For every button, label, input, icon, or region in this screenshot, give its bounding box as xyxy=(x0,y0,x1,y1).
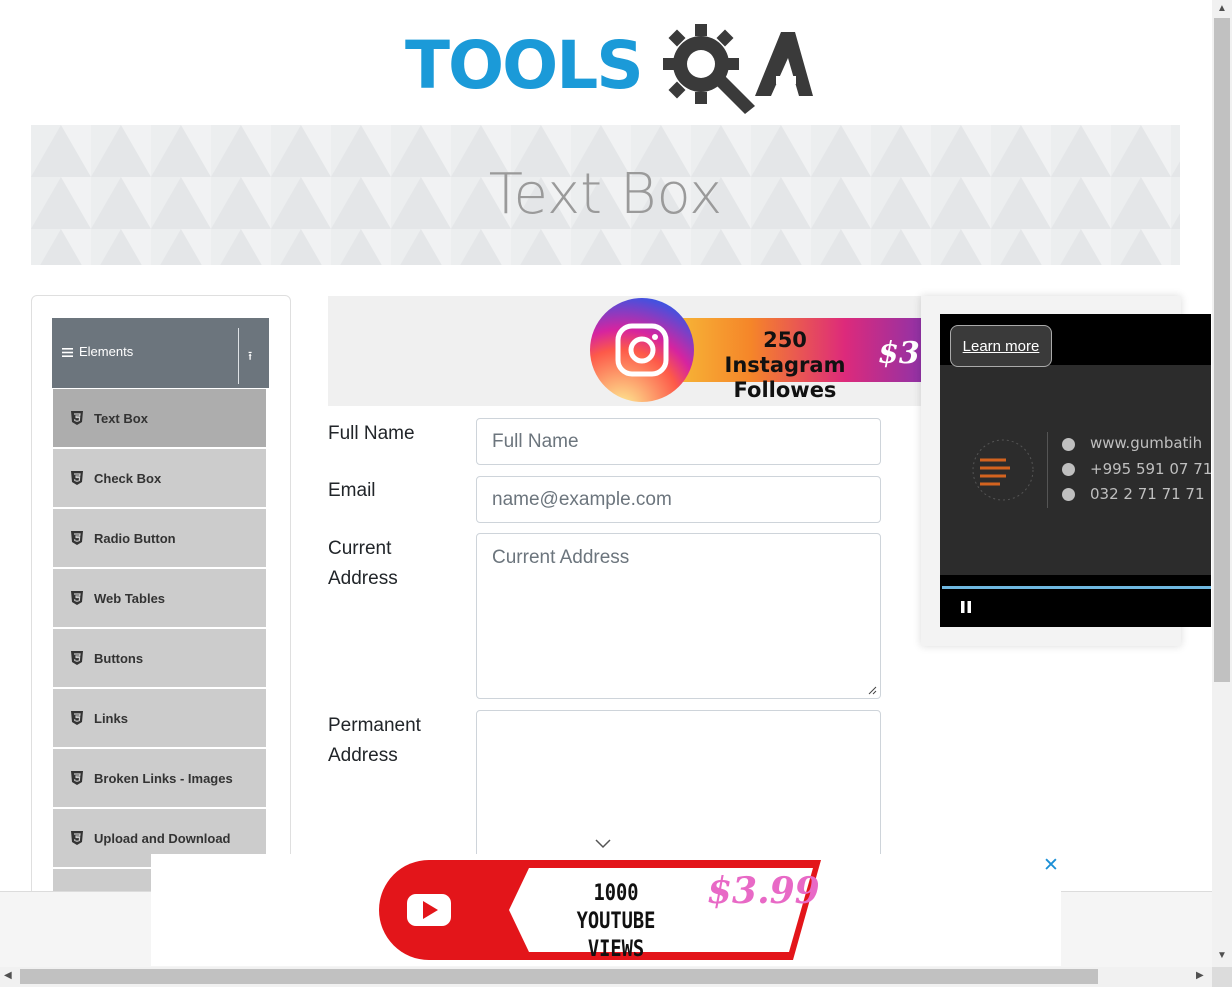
close-ad-icon[interactable]: ✕ xyxy=(1043,854,1059,877)
sidebar: Elements ⭱ Text Box Check Box Radio Butt… xyxy=(31,295,291,929)
learn-more-button[interactable]: Learn more xyxy=(950,325,1052,367)
horizontal-scrollbar[interactable]: ◀ ▶ xyxy=(0,967,1212,987)
sidebar-item-radio-button[interactable]: Radio Button xyxy=(53,509,266,569)
html5-icon xyxy=(71,591,83,605)
scrollbar-corner xyxy=(1212,967,1232,987)
collapse-up-icon[interactable]: ⭱ xyxy=(248,347,252,368)
current-address-textarea[interactable]: Current Address xyxy=(476,533,881,699)
group-label: Elements xyxy=(79,344,134,359)
html5-icon xyxy=(71,771,83,785)
permanent-address-textarea[interactable] xyxy=(476,710,881,860)
header-divider xyxy=(238,328,239,384)
gumbati-logo-icon xyxy=(972,439,1034,501)
sidebar-item-broken-links[interactable]: Broken Links - Images xyxy=(53,749,266,809)
chevron-down-icon[interactable] xyxy=(595,839,611,849)
sidebar-item-web-tables[interactable]: Web Tables xyxy=(53,569,266,629)
phone-icon xyxy=(1062,488,1075,501)
menu-icon xyxy=(62,348,73,357)
current-address-label-line2: Address xyxy=(328,568,398,589)
email-input[interactable]: name@example.com xyxy=(476,476,881,523)
sidebar-item-label: Web Tables xyxy=(94,591,166,606)
pause-icon[interactable] xyxy=(960,601,972,613)
resize-grip-icon[interactable] xyxy=(868,686,877,695)
vertical-scroll-thumb[interactable] xyxy=(1214,18,1230,682)
ad-line1: 1000 xyxy=(593,881,639,906)
sidebar-item-label: Check Box xyxy=(94,471,162,486)
email-label: Email xyxy=(328,480,376,501)
sidebar-item-label: Radio Button xyxy=(94,531,176,546)
logo-text: TOOLS xyxy=(405,27,644,104)
html5-icon xyxy=(71,651,83,665)
sidebar-item-links[interactable]: Links xyxy=(53,689,266,749)
ad-line1: 250 Instagram xyxy=(724,328,846,377)
sidebar-item-buttons[interactable]: Buttons xyxy=(53,629,266,689)
vertical-scrollbar[interactable]: ▲ ▼ xyxy=(1212,0,1232,967)
page-title: Text Box xyxy=(488,162,723,227)
video-phone1: +995 591 07 71 xyxy=(1090,460,1211,478)
toolsqa-logo[interactable]: TOOLS xyxy=(405,18,815,114)
video-phone2: 032 2 71 71 71 xyxy=(1090,485,1205,503)
horizontal-scroll-thumb[interactable] xyxy=(20,969,1098,984)
video-progress-bar[interactable] xyxy=(942,586,1211,589)
elements-group-header[interactable]: Elements ⭱ xyxy=(52,318,269,388)
mobile-icon xyxy=(1062,463,1075,476)
full-name-input[interactable]: Full Name xyxy=(476,418,881,465)
full-name-label: Full Name xyxy=(328,423,415,444)
current-address-placeholder: Current Address xyxy=(492,547,630,568)
page-banner: Text Box xyxy=(31,125,1180,265)
ad-headline: 1000 YOUTUBE VIEWS xyxy=(552,880,680,964)
logo-qa-icon xyxy=(663,24,813,114)
video-website: www.gumbatih xyxy=(1090,434,1203,452)
scroll-up-arrow-icon[interactable]: ▲ xyxy=(1217,3,1227,14)
permanent-address-label: Permanent Address xyxy=(328,711,421,771)
scroll-left-arrow-icon[interactable]: ◀ xyxy=(4,970,12,981)
globe-icon xyxy=(1062,438,1075,451)
html5-icon xyxy=(71,471,83,485)
permanent-address-label-line2: Address xyxy=(328,745,398,766)
html5-icon xyxy=(71,831,83,845)
ad-price: $3.99 xyxy=(707,870,820,912)
current-address-label-line1: Current xyxy=(328,538,392,559)
scroll-down-arrow-icon[interactable]: ▼ xyxy=(1217,950,1227,961)
ad-headline: 250 Instagram Followes xyxy=(710,328,860,403)
sidebar-item-label: Upload and Download xyxy=(94,831,231,846)
permanent-address-label-line1: Permanent xyxy=(328,715,421,736)
instagram-icon xyxy=(615,323,669,377)
ad-line2: Followes xyxy=(733,378,837,402)
sidebar-item-label: Text Box xyxy=(94,411,148,426)
sidebar-item-text-box[interactable]: Text Box xyxy=(53,389,266,449)
sidebar-item-label: Broken Links - Images xyxy=(94,771,233,786)
video-ad-player[interactable]: www.gumbatih +995 591 07 71 032 2 71 71 … xyxy=(940,314,1211,627)
video-divider xyxy=(1047,432,1048,508)
youtube-ad-banner[interactable]: ✕ 1000 YOUTUBE VIEWS $3.99 xyxy=(151,854,1061,966)
html5-icon xyxy=(71,531,83,545)
html5-icon xyxy=(71,411,83,425)
instagram-ad-banner[interactable]: 250 Instagram Followes $3. xyxy=(328,296,928,406)
sidebar-item-check-box[interactable]: Check Box xyxy=(53,449,266,509)
html5-icon xyxy=(71,711,83,725)
sidebar-item-label: Buttons xyxy=(94,651,144,666)
ad-line2: YOUTUBE VIEWS xyxy=(576,909,656,962)
current-address-label: Current Address xyxy=(328,534,398,594)
scroll-right-arrow-icon[interactable]: ▶ xyxy=(1196,970,1204,981)
sidebar-item-label: Links xyxy=(94,711,128,726)
